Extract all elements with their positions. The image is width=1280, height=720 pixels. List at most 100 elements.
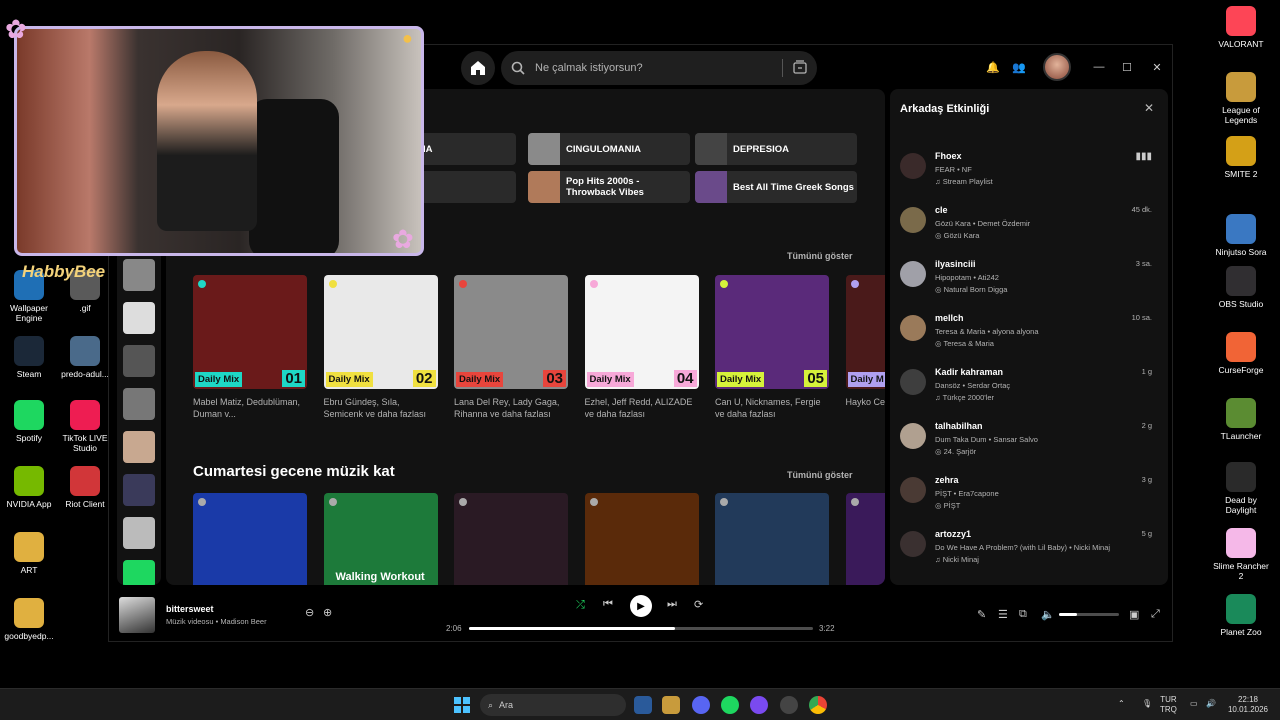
desktop-icon-label: OBS Studio — [1218, 299, 1264, 309]
desktop-icon[interactable]: VALORANT — [1210, 6, 1272, 49]
spotify-mini-icon — [720, 498, 728, 506]
playlist-card[interactable] — [454, 493, 568, 585]
fullscreen-icon[interactable]: ⤢ — [1151, 608, 1160, 621]
now-playing-title[interactable]: bittersweet — [166, 604, 214, 614]
queue-icon[interactable]: ☰ — [998, 608, 1008, 621]
volume-slider[interactable] — [1059, 613, 1119, 616]
library-item[interactable] — [123, 431, 155, 463]
shortcut-card[interactable]: Best All Time Greek Songs — [695, 171, 857, 203]
friend-item[interactable]: cle Gözü Kara • Demet Özdemir ◎ Gözü Kara 4… — [900, 205, 1158, 253]
league-taskbar-icon[interactable] — [662, 696, 680, 714]
daily-mix-card[interactable]: Daily Mix 01 Mabel Matiz, Dedublüman, Duma… — [193, 275, 307, 420]
now-playing-artist[interactable]: Müzik videosu • Madison Beer — [166, 617, 267, 626]
maximize-icon[interactable]: ☐ — [1119, 59, 1135, 75]
desktop-icon[interactable]: Ninjutso Sora — [1210, 214, 1272, 257]
windows-start-icon[interactable] — [454, 697, 470, 713]
library-item[interactable] — [123, 388, 155, 420]
desktop-icon[interactable]: TikTok LIVE Studio — [54, 400, 116, 453]
desktop-icon[interactable]: SMITE 2 — [1210, 136, 1272, 179]
friend-item[interactable]: Fhoex FEAR • NF ♫ Stream Playlist ▮▮▮ — [900, 151, 1158, 199]
playlist-card[interactable] — [584, 493, 699, 585]
show-all-link[interactable]: Tümünü göster — [787, 470, 853, 480]
friend-item[interactable]: ilyasinciii Hipopotam • Ati242 ◎ Natural B… — [900, 259, 1158, 307]
obs-taskbar-icon[interactable] — [780, 696, 798, 714]
library-item[interactable] — [123, 345, 155, 377]
close-icon[interactable]: ✕ — [1144, 101, 1154, 115]
desktop-icon[interactable]: NVIDIA App — [0, 466, 60, 509]
desktop-icon[interactable]: OBS Studio — [1210, 266, 1272, 309]
minimize-icon[interactable]: — — [1091, 59, 1107, 75]
chrome-taskbar-icon[interactable] — [809, 696, 827, 714]
taskbar-app-icon[interactable] — [634, 696, 652, 714]
playlist-card[interactable] — [715, 493, 829, 585]
playlist-card[interactable] — [193, 493, 307, 585]
home-button[interactable] — [461, 51, 495, 85]
connect-device-icon[interactable]: ⧉ — [1019, 608, 1027, 621]
library-item[interactable] — [123, 474, 155, 506]
shortcut-card[interactable]: DEPRESIOA — [695, 133, 857, 165]
friend-item[interactable]: artozzy1 Do We Have A Problem? (with Lil … — [900, 529, 1158, 577]
volume-icon[interactable]: 🔈 — [1041, 608, 1055, 621]
desktop-icon[interactable]: Riot Client — [54, 466, 116, 509]
shortcut-card[interactable]: Pop Hits 2000s - Throwback Vibes — [528, 171, 690, 203]
desktop-icon-label: SMITE 2 — [1224, 169, 1258, 179]
avatar[interactable] — [1043, 53, 1071, 81]
library-item[interactable] — [123, 302, 155, 334]
desktop-icon[interactable]: Spotify — [0, 400, 60, 443]
repeat-icon[interactable]: ⟳ — [694, 598, 703, 611]
next-icon[interactable]: ⏭ — [667, 598, 677, 611]
browse-icon[interactable] — [793, 60, 807, 74]
tray-chevron-icon[interactable]: ⌃ — [1118, 699, 1125, 709]
speaker-icon[interactable]: 🔊 — [1206, 699, 1216, 709]
friend-activity-icon[interactable]: 👥 — [1011, 59, 1027, 75]
remove-icon[interactable]: ⊖ — [305, 606, 314, 619]
notification-bell-icon[interactable]: 🔔 — [985, 59, 1001, 75]
progress-bar[interactable] — [469, 627, 813, 630]
show-all-link[interactable]: Tümünü göster — [787, 251, 853, 261]
shuffle-icon[interactable]: ⤮ — [576, 599, 585, 612]
section-title[interactable]: Cumartesi gecene müzik kat — [193, 463, 395, 480]
friend-item[interactable]: Kadir kahraman Dansöz • Serdar Ortaç ♫ Tür… — [900, 367, 1158, 415]
desktop-icon[interactable]: Dead by Daylight — [1210, 462, 1272, 515]
clock[interactable]: 22:18 10.01.2026 — [1226, 695, 1270, 715]
desktop-icon[interactable]: predo-adul... — [54, 336, 116, 379]
desktop-icon[interactable]: Steam — [0, 336, 60, 379]
daily-mix-card[interactable]: Daily Mix 03 Lana Del Rey, Lady Gaga, Riha… — [454, 275, 568, 420]
library-item[interactable] — [123, 259, 155, 291]
friend-item[interactable]: zehra PİŞT • Era7capone ◎ PİŞT 3 g — [900, 475, 1158, 523]
discord-taskbar-icon[interactable] — [692, 696, 710, 714]
daily-mix-card[interactable]: Daily Mix 02 Ebru Gündeş, Sıla, Semicenk v… — [323, 275, 438, 420]
desktop-icon[interactable]: TLauncher — [1210, 398, 1272, 441]
playlist-card[interactable] — [845, 493, 885, 585]
pencil-icon[interactable]: ✎ — [977, 608, 986, 621]
daily-mix-card[interactable]: Daily M Hayko Ce Ferah, Ce — [845, 275, 885, 420]
library-item[interactable] — [123, 560, 155, 585]
search-bar[interactable]: Ne çalmak istiyorsun? — [501, 51, 817, 85]
miniplayer-icon[interactable]: ▣ — [1129, 608, 1139, 621]
now-playing-cover[interactable] — [119, 597, 155, 633]
daily-mix-card[interactable]: Daily Mix 05 Can U, Nicknames, Fergie ve d… — [715, 275, 829, 420]
desktop-icon[interactable]: ART — [0, 532, 60, 575]
add-icon[interactable]: ⊕ — [323, 606, 332, 619]
taskbar-search[interactable]: ⌕ Ara — [480, 694, 626, 716]
desktop-icon[interactable]: goodbyedp... — [0, 598, 60, 641]
friend-item[interactable]: talhabilhan Dum Taka Dum • Sansar Salvo ◎ … — [900, 421, 1158, 469]
friend-item[interactable]: mellch Teresa & Maria • alyona alyona ◎ Te… — [900, 313, 1158, 361]
desktop-icon[interactable]: League of Legends — [1210, 72, 1272, 125]
close-icon[interactable]: ✕ — [1149, 59, 1165, 75]
language-indicator[interactable]: TUR TRQ — [1160, 695, 1177, 715]
microphone-icon[interactable]: 🎙 — [1142, 699, 1152, 709]
previous-icon[interactable]: ⏮ — [603, 598, 613, 611]
playlist-card[interactable]: Walking Workout — [323, 493, 438, 585]
shortcut-card[interactable]: CINGULOMANIA — [528, 133, 690, 165]
desktop-icon[interactable]: Slime Rancher 2 — [1210, 528, 1272, 581]
app-taskbar-icon[interactable] — [750, 696, 768, 714]
library-item[interactable] — [123, 517, 155, 549]
desktop-icon[interactable]: CurseForge — [1210, 332, 1272, 375]
network-icon[interactable]: ▭ — [1190, 699, 1198, 709]
desktop-icon[interactable]: Planet Zoo — [1210, 594, 1272, 637]
friend-track: Gözü Kara • Demet Özdemir — [935, 219, 1031, 228]
daily-mix-card[interactable]: Daily Mix 04 Ezhel, Jeff Redd, ALIZADE ve … — [584, 275, 699, 420]
spotify-taskbar-icon[interactable] — [721, 696, 739, 714]
play-pause-button[interactable]: ▶ — [630, 595, 652, 617]
